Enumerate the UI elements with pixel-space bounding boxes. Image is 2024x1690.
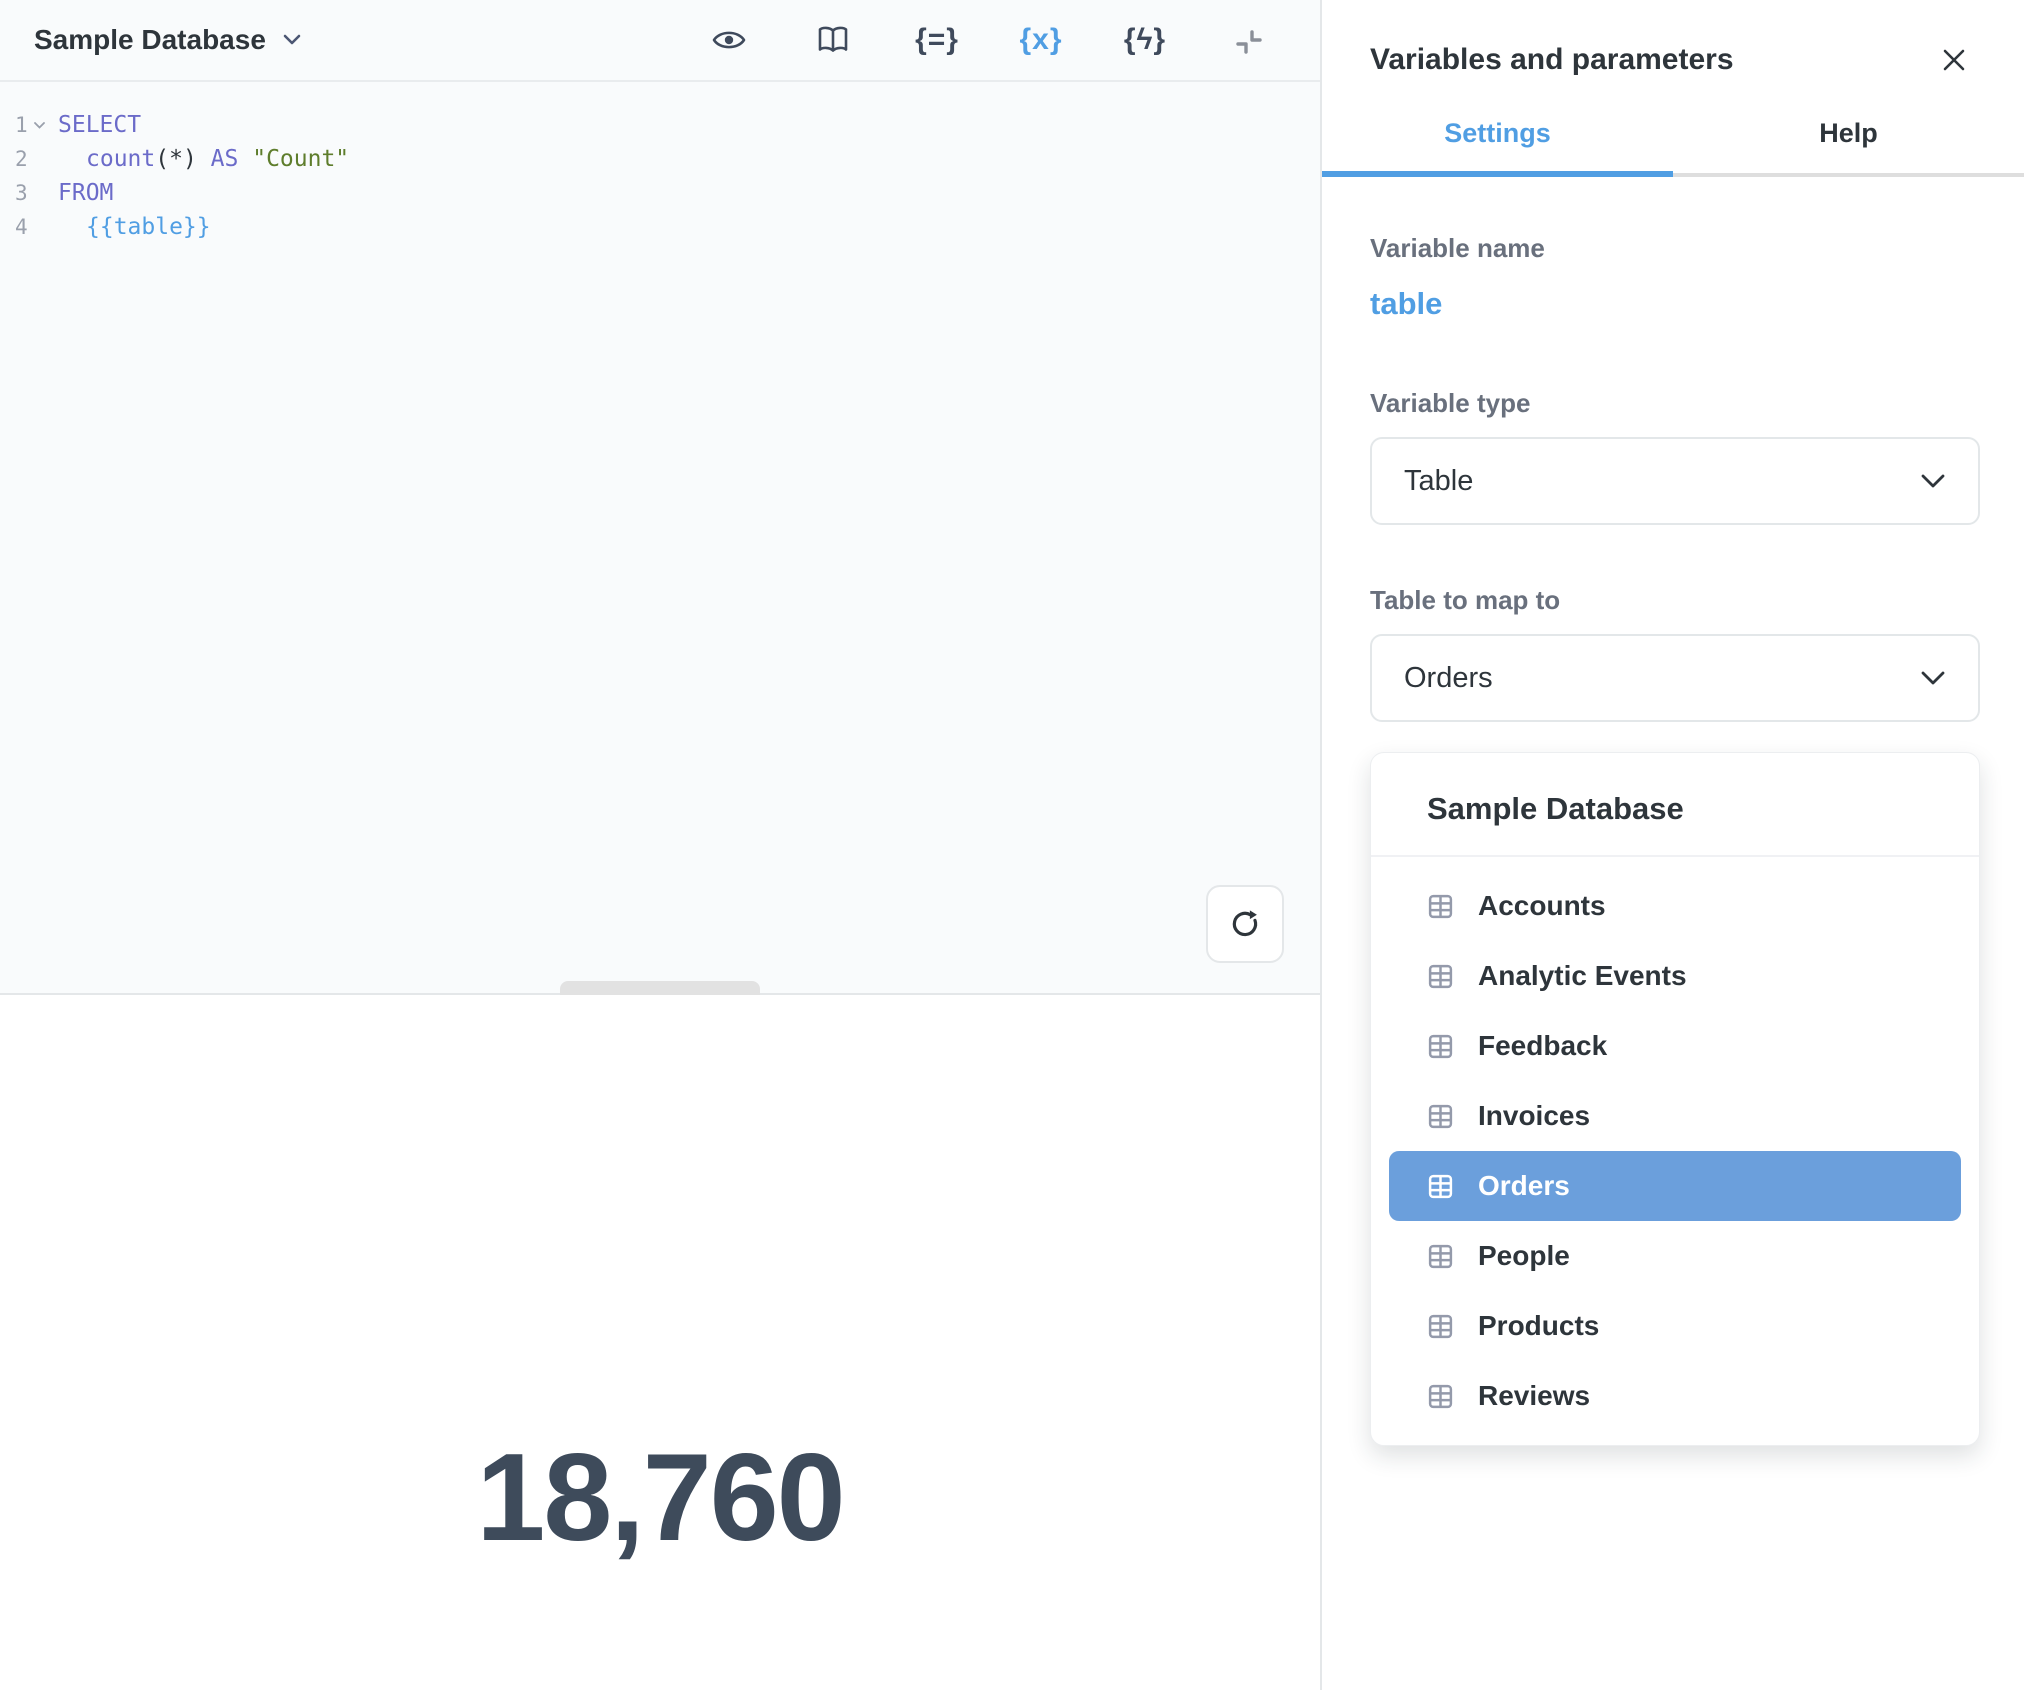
variable-type-selected-value: Table: [1404, 465, 1473, 498]
sql-punctuation: (*): [155, 146, 197, 172]
line-number: 4: [0, 210, 26, 244]
sql-function: count: [86, 146, 155, 172]
sql-template-variable: {{table}}: [86, 214, 211, 240]
sql-keyword: AS: [211, 146, 239, 172]
dropdown-database-header: Sample Database: [1371, 753, 1979, 857]
close-icon: [1940, 46, 1968, 74]
data-reference-button[interactable]: [806, 13, 860, 67]
code-text: SELECT: [52, 108, 141, 142]
table-dropdown-panel: Sample Database Accounts Analytic Events…: [1370, 752, 1980, 1446]
table-list-item-products[interactable]: Products: [1389, 1291, 1961, 1361]
table-icon: [1427, 1103, 1454, 1130]
query-result-area: 18,760: [0, 995, 1320, 1690]
database-picker-label: Sample Database: [34, 24, 266, 56]
code-line: 1 SELECT: [0, 108, 1320, 142]
bolt-braces-icon: {ϟ}: [1124, 23, 1166, 57]
table-list-item-reviews[interactable]: Reviews: [1389, 1361, 1961, 1431]
table-icon: [1427, 1173, 1454, 1200]
refresh-icon: [1228, 907, 1262, 941]
code-text: count(*) AS "Count": [52, 142, 349, 176]
code-line: 3 FROM: [0, 176, 1320, 210]
variable-name-label: Variable name: [1370, 233, 1980, 264]
sql-string: "Count": [252, 146, 349, 172]
table-icon: [1427, 1033, 1454, 1060]
table-list: Accounts Analytic Events Feedback Invoic…: [1371, 857, 1979, 1433]
resize-drag-handle[interactable]: [560, 981, 760, 995]
preview-button[interactable]: [702, 13, 756, 67]
table-to-map-select[interactable]: Orders: [1370, 634, 1980, 722]
format-query-icon: [1234, 25, 1264, 55]
line-number: 3: [0, 176, 26, 210]
variables-icon: {x}: [1019, 23, 1062, 57]
sql-generator-button[interactable]: {ϟ}: [1118, 13, 1172, 67]
code-line: 2 count(*) AS "Count": [0, 142, 1320, 176]
editor-toolbar: {=} {x} {ϟ}: [702, 13, 1276, 67]
variables-button[interactable]: {x}: [1014, 13, 1068, 67]
format-query-button[interactable]: [1222, 13, 1276, 67]
table-list-item-label: Analytic Events: [1478, 960, 1687, 992]
variable-type-label: Variable type: [1370, 388, 1980, 419]
tab-help[interactable]: Help: [1673, 118, 2024, 177]
sidebar-content: Variable name table Variable type Table …: [1322, 177, 2024, 1446]
scalar-result-value: 18,760: [476, 1427, 843, 1569]
table-list-item-label: People: [1478, 1240, 1570, 1272]
line-number: 1: [0, 108, 26, 142]
sidebar-tabs: Settings Help: [1322, 118, 2024, 177]
eye-icon: [712, 27, 746, 53]
editor-topbar: Sample Database {=}: [0, 0, 1320, 82]
variable-name-value: table: [1370, 286, 1980, 322]
table-icon: [1427, 1313, 1454, 1340]
table-list-item-invoices[interactable]: Invoices: [1389, 1081, 1961, 1151]
chevron-down-icon: [282, 33, 302, 47]
sql-editor[interactable]: 1 SELECT 2 count(*) AS "Count" 3 FROM: [0, 82, 1320, 995]
table-list-item-accounts[interactable]: Accounts: [1389, 871, 1961, 941]
book-icon: [817, 25, 849, 55]
database-picker[interactable]: Sample Database: [34, 24, 302, 56]
table-list-item-label: Accounts: [1478, 890, 1606, 922]
code-line: 4 {{table}}: [0, 210, 1320, 244]
tab-settings[interactable]: Settings: [1322, 118, 1673, 177]
sql-keyword: SELECT: [58, 112, 141, 138]
query-editor-pane: Sample Database {=}: [0, 0, 1320, 1690]
snippet-icon: {=}: [915, 23, 959, 57]
code-text: {{table}}: [52, 210, 211, 244]
variables-sidebar: Variables and parameters Settings Help V…: [1320, 0, 2024, 1690]
table-icon: [1427, 893, 1454, 920]
code-text: FROM: [52, 176, 113, 210]
table-list-item-label: Reviews: [1478, 1380, 1590, 1412]
close-sidebar-button[interactable]: [1936, 42, 1972, 78]
table-list-item-people[interactable]: People: [1389, 1221, 1961, 1291]
table-list-item-feedback[interactable]: Feedback: [1389, 1011, 1961, 1081]
table-list-item-label: Orders: [1478, 1170, 1570, 1202]
variable-type-select[interactable]: Table: [1370, 437, 1980, 525]
table-list-item-label: Feedback: [1478, 1030, 1607, 1062]
sidebar-title: Variables and parameters: [1370, 43, 1734, 77]
table-list-item-analytic-events[interactable]: Analytic Events: [1389, 941, 1961, 1011]
sql-keyword: FROM: [58, 180, 113, 206]
table-icon: [1427, 963, 1454, 990]
snippets-button[interactable]: {=}: [910, 13, 964, 67]
fold-chevron-icon[interactable]: [26, 121, 52, 130]
table-list-item-label: Products: [1478, 1310, 1599, 1342]
table-icon: [1427, 1383, 1454, 1410]
table-to-map-selected-value: Orders: [1404, 662, 1493, 695]
chevron-down-icon: [1920, 670, 1946, 686]
table-list-item-orders[interactable]: Orders: [1389, 1151, 1961, 1221]
sidebar-header: Variables and parameters: [1322, 0, 2024, 118]
refresh-query-button[interactable]: [1206, 885, 1284, 963]
chevron-down-icon: [1920, 473, 1946, 489]
sql-code: 1 SELECT 2 count(*) AS "Count" 3 FROM: [0, 82, 1320, 244]
table-list-item-label: Invoices: [1478, 1100, 1590, 1132]
app-window: Sample Database {=}: [0, 0, 2024, 1690]
table-to-map-label: Table to map to: [1370, 585, 1980, 616]
line-number: 2: [0, 142, 26, 176]
table-icon: [1427, 1243, 1454, 1270]
